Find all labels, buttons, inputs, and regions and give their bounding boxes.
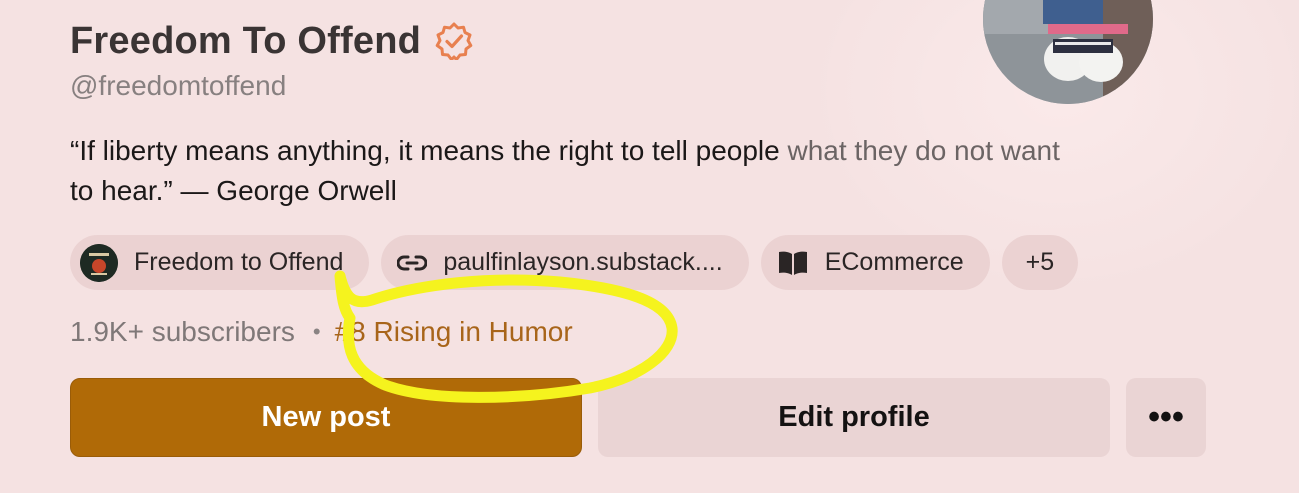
chip-category[interactable]: ECommerce (760, 235, 990, 290)
link-icon (397, 253, 428, 273)
profile-bio: “If liberty means anything, it means the… (70, 131, 1200, 211)
bio-text-muted: what they do not want (787, 135, 1060, 166)
chip-website-link[interactable]: paulfinlayson.substack.... (381, 235, 749, 290)
profile-name: Freedom To Offend (70, 19, 422, 62)
separator: • (312, 319, 321, 344)
bio-text-end: to hear.” — George Orwell (70, 175, 397, 206)
edit-profile-button[interactable]: Edit profile (598, 378, 1110, 457)
verified-badge-icon (435, 22, 473, 61)
rising-rank-badge[interactable]: #8 Rising in Humor (335, 316, 573, 348)
new-post-button[interactable]: New post (70, 378, 582, 457)
chip-label: paulfinlayson.substack.... (443, 248, 723, 276)
publication-logo-icon (80, 243, 118, 282)
chip-label: Freedom to Offend (134, 248, 344, 276)
profile-header: Freedom To Offend (70, 16, 473, 66)
chip-label: ECommerce (824, 248, 964, 276)
subscriber-count[interactable]: 1.9K+ subscribers (70, 316, 295, 348)
bio-text: “If liberty means anything, it means the… (70, 135, 788, 166)
more-options-button[interactable]: ••• (1126, 378, 1206, 457)
book-open-icon (777, 250, 809, 276)
chip-more[interactable]: +5 (1001, 235, 1079, 290)
chip-publication[interactable]: Freedom to Offend (70, 235, 370, 290)
profile-stats: 1.9K+ subscribers • #8 Rising in Humor (70, 316, 573, 348)
profile-handle: @freedomtoffend (70, 70, 287, 101)
profile-links: Freedom to Offend paulfinlayson.substack… (70, 235, 1079, 290)
chip-label: +5 (1025, 248, 1055, 276)
